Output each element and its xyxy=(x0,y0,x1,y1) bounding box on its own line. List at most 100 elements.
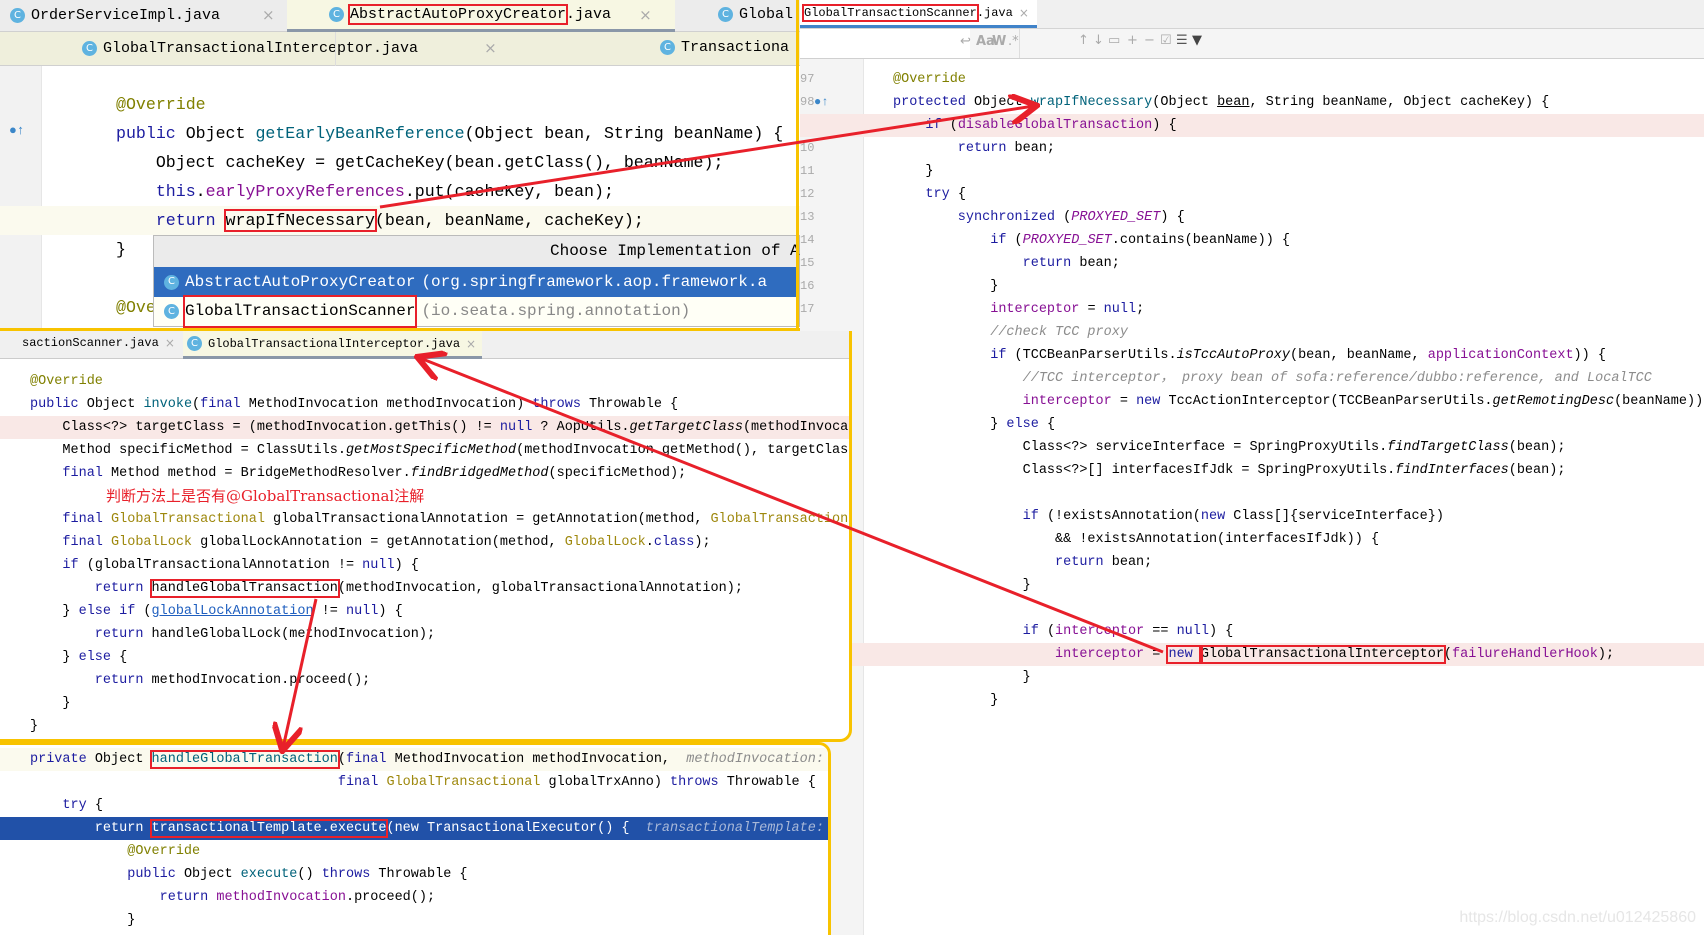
code-line[interactable]: return transactionalTemplate.execute(new… xyxy=(0,817,828,840)
popup-item-global-transaction-scanner[interactable]: C GlobalTransactionScanner (io.seata.sprin… xyxy=(154,295,799,328)
select-all-icon[interactable]: ▭ xyxy=(1108,33,1120,48)
code-line[interactable]: if (globalTransactionalAnnotation != nul… xyxy=(0,554,849,577)
code-line[interactable]: if (PROXYED_SET.contains(beanName)) { xyxy=(800,229,1704,252)
code-token: try xyxy=(30,798,95,813)
code-line[interactable]: @Override xyxy=(800,68,1704,91)
code-line[interactable]: protected Object wrapIfNecessary(Object … xyxy=(800,91,1704,114)
prev-occurrence-icon[interactable]: ↑ xyxy=(1078,33,1089,48)
code-line[interactable]: try { xyxy=(800,183,1704,206)
code-line[interactable]: return methodInvocation.proceed(); xyxy=(0,669,849,692)
code-token: //TCC interceptor， proxy bean of sofa:re… xyxy=(893,371,1652,386)
tab-label: OrderServiceImpl.java xyxy=(31,6,221,24)
code-line[interactable]: } else if (globalLockAnnotation != null)… xyxy=(0,600,849,623)
popup-item-abstract-auto-proxy-creator[interactable]: C AbstractAutoProxyCreator (org.springfram… xyxy=(154,267,799,297)
code-line[interactable]: final Method method = BridgeMethodResolv… xyxy=(0,462,849,485)
code-line[interactable]: } xyxy=(800,689,1704,712)
code-line[interactable]: } xyxy=(0,692,849,715)
code-line[interactable]: && !existsAnnotation(interfacesIfJdk)) { xyxy=(800,528,1704,551)
close-icon[interactable]: × xyxy=(1019,6,1029,20)
code-line[interactable]: //check TCC proxy xyxy=(800,321,1704,344)
remove-selection-icon[interactable]: − xyxy=(1144,33,1155,48)
code-line[interactable]: final GlobalTransactional globalTransact… xyxy=(0,508,849,531)
popup-title: Choose Implementation of Ab xyxy=(154,236,800,267)
code-line[interactable]: interceptor = new GlobalTransactionalInt… xyxy=(800,643,1704,666)
code-line[interactable]: public Object invoke(final MethodInvocat… xyxy=(0,393,849,416)
code-token: Object cacheKey = getCacheKey(bean.getCl… xyxy=(116,153,724,172)
code-line[interactable]: } else { xyxy=(800,413,1704,436)
tab-order-service-impl[interactable]: C OrderServiceImpl.java × xyxy=(10,6,275,24)
tab-abstract-auto-proxy-creator[interactable]: C AbstractAutoProxyCreator .java × xyxy=(287,0,675,32)
regex-icon[interactable]: .* xyxy=(1008,34,1019,49)
code-line[interactable]: interceptor = new TccActionInterceptor(T… xyxy=(800,390,1704,413)
select-all-occurrences-icon[interactable]: ☑ xyxy=(1160,33,1172,48)
close-icon[interactable]: × xyxy=(262,6,275,24)
code-line[interactable]: } xyxy=(800,160,1704,183)
code-line[interactable]: private Object handleGlobalTransaction(f… xyxy=(0,748,828,771)
words-icon[interactable]: W xyxy=(992,34,1006,49)
close-icon[interactable]: × xyxy=(639,6,652,24)
tab-label-boxed: AbstractAutoProxyCreator xyxy=(347,4,569,25)
code-token: null xyxy=(1176,624,1209,639)
code-line[interactable]: } xyxy=(0,715,849,738)
add-selection-icon[interactable]: + xyxy=(1127,33,1138,48)
code-token: ( xyxy=(1014,233,1023,248)
code-line[interactable]: } xyxy=(800,574,1704,597)
code-line[interactable]: @Override xyxy=(0,370,849,393)
code-token: getTargetClass xyxy=(629,420,743,435)
code-token: return xyxy=(30,627,152,642)
code-line[interactable]: return methodInvocation.proceed(); xyxy=(0,886,828,909)
code-line[interactable]: try { xyxy=(0,794,828,817)
code-line[interactable]: Class<?> targetClass = (methodInvocation… xyxy=(0,416,849,439)
code-token: getRemotingDesc xyxy=(1492,394,1615,409)
tab-global-transactional-interceptor[interactable]: C GlobalTransactionalInterceptor.java × xyxy=(82,39,497,57)
code-token: ) { xyxy=(1208,624,1234,639)
top-editor-panel: C OrderServiceImpl.java × C AbstractAutoPro… xyxy=(0,0,800,330)
code-line[interactable]: Class<?> serviceInterface = SpringProxyU… xyxy=(800,436,1704,459)
code-line[interactable] xyxy=(800,597,1704,620)
code-line[interactable]: interceptor = null; xyxy=(800,298,1704,321)
filter-icon[interactable]: ▼ xyxy=(1192,33,1202,48)
close-icon[interactable]: × xyxy=(484,39,497,57)
code-line[interactable]: } xyxy=(800,275,1704,298)
code-token: MethodInvocation methodInvocation) xyxy=(248,397,533,412)
code-token: if xyxy=(893,118,950,133)
tab-global-transaction-scanner[interactable]: sactionScanner.java × xyxy=(22,336,175,350)
next-occurrence-icon[interactable]: ↓ xyxy=(1093,33,1104,48)
close-icon[interactable]: × xyxy=(165,336,175,350)
code-token: class xyxy=(653,535,695,550)
code-token: transactionalTemplate.execute xyxy=(149,819,389,838)
wrap-icon[interactable]: ↩ xyxy=(960,34,971,49)
tab-global-transaction-scanner[interactable]: GlobalTransactionScanner .java × xyxy=(800,0,1037,28)
code-line[interactable]: return bean; xyxy=(800,137,1704,160)
code-line[interactable]: } else { xyxy=(0,646,849,669)
tab-transactiona[interactable]: C Transactiona xyxy=(660,39,789,56)
code-line[interactable]: return bean; xyxy=(800,252,1704,275)
code-line[interactable]: if (!existsAnnotation(new Class[]{servic… xyxy=(800,505,1704,528)
close-icon[interactable]: × xyxy=(466,337,476,351)
code-line[interactable]: final GlobalTransactional globalTrxAnno)… xyxy=(0,771,828,794)
code-line[interactable]: @Override xyxy=(0,840,828,863)
code-line[interactable]: Class<?>[] interfacesIfJdk = SpringProxy… xyxy=(800,459,1704,482)
code-line[interactable]: public Object execute() throws Throwable… xyxy=(0,863,828,886)
code-line[interactable]: if (disableGlobalTransaction) { xyxy=(800,114,1704,137)
code-token: handleGlobalLock(methodInvocation); xyxy=(151,627,436,642)
tab-global-transactional-interceptor[interactable]: C GlobalTransactionalInterceptor.java × xyxy=(183,331,483,359)
multiline-icon[interactable]: ☰ xyxy=(1176,33,1188,48)
code-line[interactable]: return handleGlobalLock(methodInvocation… xyxy=(0,623,849,646)
search-input[interactable] xyxy=(800,29,970,58)
code-line[interactable]: 判断方法上是否有@GlobalTransactional注解 xyxy=(0,485,849,508)
code-line[interactable]: if (TCCBeanParserUtils.isTccAutoProxy(be… xyxy=(800,344,1704,367)
code-line[interactable]: synchronized (PROXYED_SET) { xyxy=(800,206,1704,229)
code-line[interactable]: Method specificMethod = ClassUtils.getMo… xyxy=(0,439,849,462)
code-line[interactable]: return bean; xyxy=(800,551,1704,574)
code-line[interactable]: final GlobalLock globalLockAnnotation = … xyxy=(0,531,849,554)
code-line[interactable]: } xyxy=(800,666,1704,689)
code-line[interactable] xyxy=(800,482,1704,505)
code-token: . xyxy=(645,535,654,550)
code-line[interactable]: //TCC interceptor， proxy bean of sofa:re… xyxy=(800,367,1704,390)
code-line[interactable]: return handleGlobalTransaction(methodInv… xyxy=(0,577,849,600)
tab-global[interactable]: C Global xyxy=(718,6,793,23)
code-line[interactable]: if (interceptor == null) { xyxy=(800,620,1704,643)
code-line[interactable]: } xyxy=(0,909,828,932)
